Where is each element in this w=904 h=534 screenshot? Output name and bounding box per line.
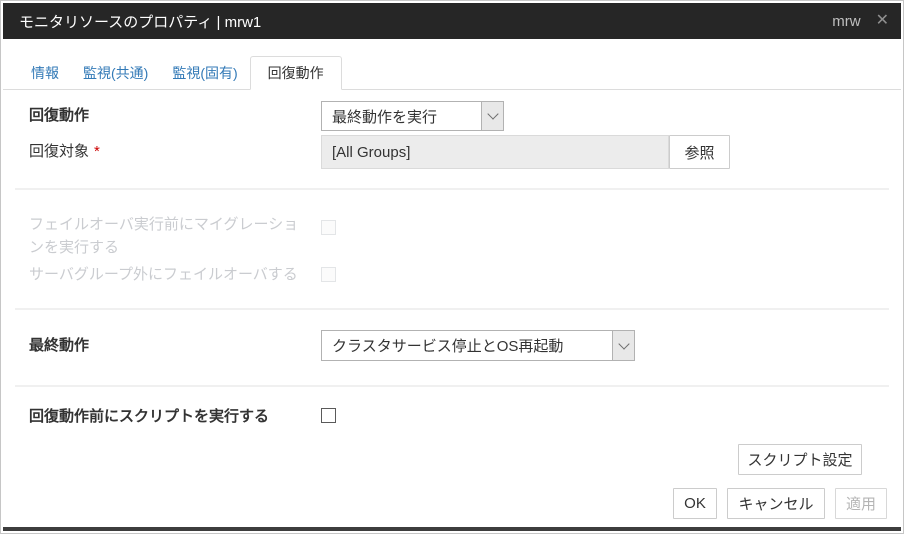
pre-recovery-script-label: 回復動作前にスクリプトを実行する [29,409,269,425]
titlebar: モニタリソースのプロパティ | mrw1 mrw ✕ [3,3,901,39]
tab-bar: 情報 監視(共通) 監視(固有) 回復動作 [3,56,901,90]
dialog-bottom-edge [3,527,901,531]
failover-outside-checkbox-label: サーバグループ外にフェイルオーバする [29,267,298,283]
cancel-button[interactable]: キャンセル [727,488,825,519]
final-action-selected-value: クラスタサービス停止とOS再起動 [322,331,612,360]
recovery-target-label-text: 回復対象 [29,143,89,160]
recovery-action-selected-value: 最終動作を実行 [322,102,481,130]
recovery-action-label: 回復動作 [29,108,89,124]
final-action-select[interactable]: クラスタサービス停止とOS再起動 [321,330,635,361]
tab-recovery-action[interactable]: 回復動作 [250,56,342,90]
pre-recovery-script-checkbox[interactable] [321,408,336,423]
migration-checkbox [321,220,336,235]
divider [15,385,889,387]
script-settings-button[interactable]: スクリプト設定 [738,444,862,475]
dialog-title: モニタリソースのプロパティ | mrw1 [19,11,832,32]
tab-monitor-common[interactable]: 監視(共通) [71,56,160,89]
close-icon[interactable]: ✕ [876,13,889,29]
recovery-action-select[interactable]: 最終動作を実行 [321,101,504,131]
browse-button[interactable]: 参照 [669,135,730,169]
apply-button: 適用 [835,488,887,519]
required-mark: * [94,143,100,160]
failover-outside-checkbox [321,267,336,282]
monitor-resource-properties-dialog: モニタリソースのプロパティ | mrw1 mrw ✕ 情報 監視(共通) 監視(… [0,0,904,534]
divider [15,308,889,310]
recovery-target-field: [All Groups] [321,135,669,169]
final-action-label: 最終動作 [29,338,89,354]
migration-checkbox-label: フェイルオーバ実行前にマイグレーションを実行する [29,213,307,259]
divider [15,188,889,190]
tab-info[interactable]: 情報 [19,56,71,89]
chevron-down-icon [612,331,634,360]
chevron-down-icon [481,102,503,130]
tab-monitor-special[interactable]: 監視(固有) [160,56,249,89]
resource-name-label: mrw [832,13,860,30]
recovery-target-label: 回復対象 * [29,144,100,160]
ok-button[interactable]: OK [673,488,717,519]
